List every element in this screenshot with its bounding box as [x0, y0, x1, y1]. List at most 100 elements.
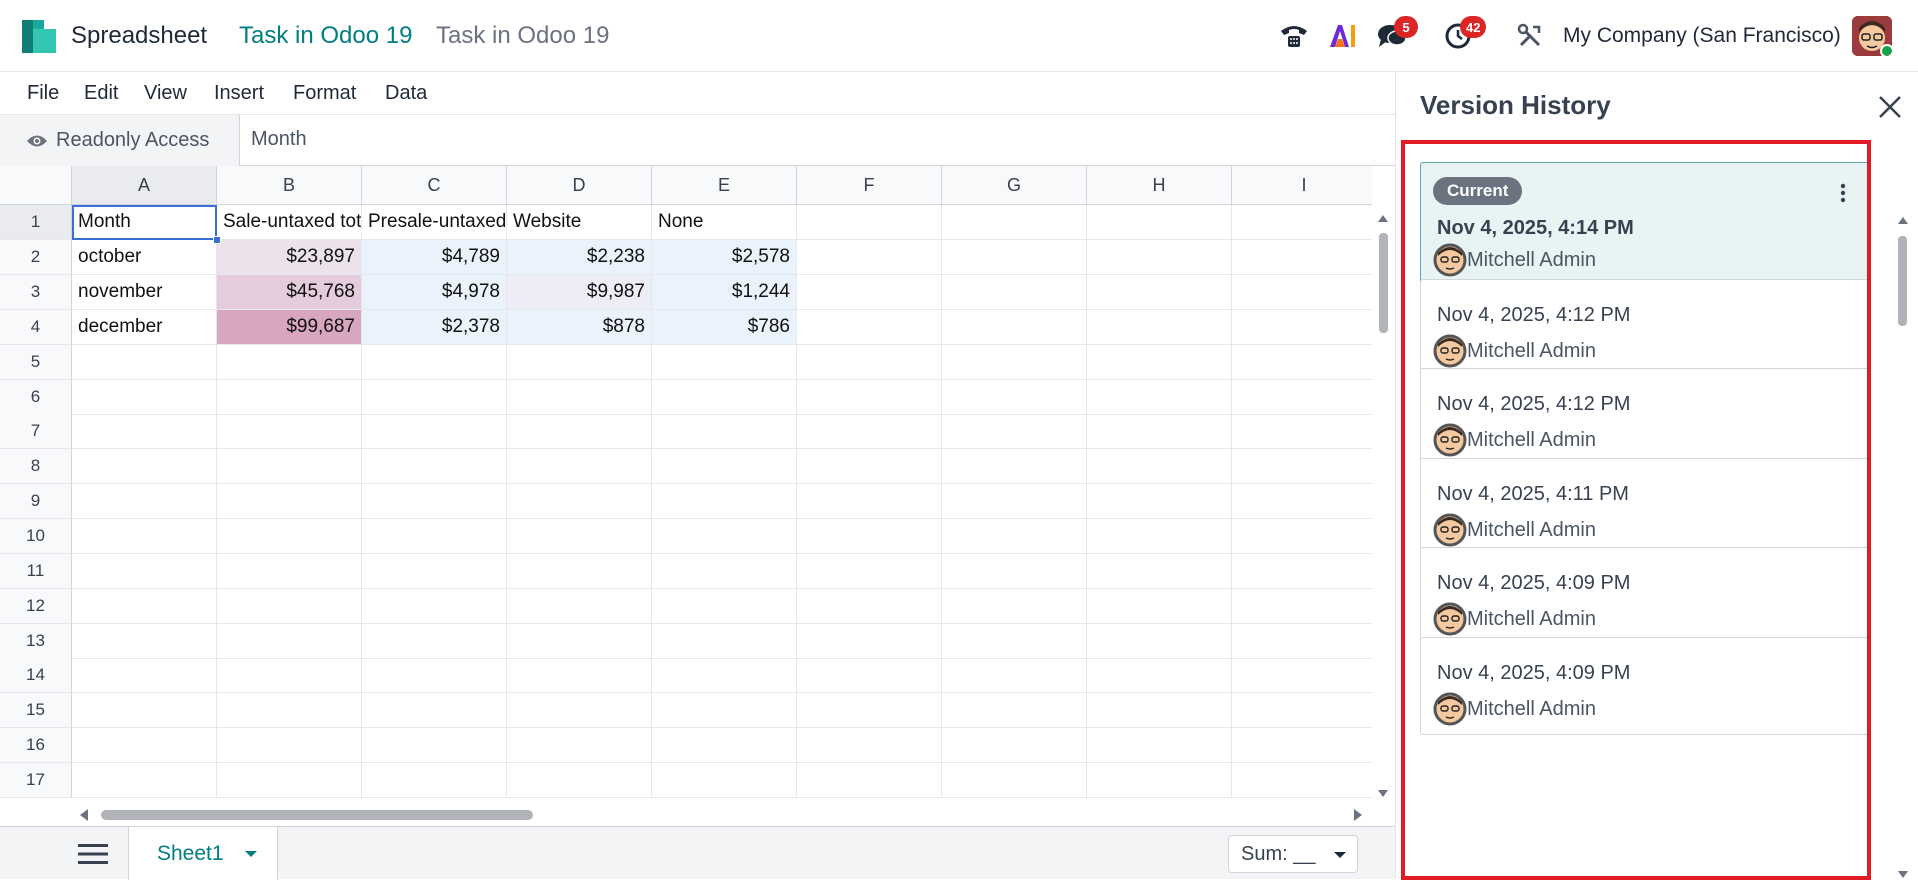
- cell-d3[interactable]: $9,987: [507, 275, 652, 310]
- close-icon[interactable]: [1875, 92, 1905, 122]
- menu-data[interactable]: Data: [385, 82, 427, 105]
- sheet-tab[interactable]: Sheet1: [128, 827, 278, 880]
- cell-e7[interactable]: [652, 414, 797, 449]
- cell-c3[interactable]: $4,978: [362, 275, 507, 310]
- app-name[interactable]: Spreadsheet: [71, 22, 207, 50]
- cell-a6[interactable]: [72, 380, 217, 415]
- cell-e15[interactable]: [652, 693, 797, 728]
- cell-e3[interactable]: $1,244: [652, 275, 797, 310]
- cell-e14[interactable]: [652, 658, 797, 693]
- cell-i16[interactable]: [1232, 728, 1372, 763]
- column-header-a[interactable]: A: [72, 166, 217, 205]
- cell-i11[interactable]: [1232, 554, 1372, 589]
- cell-d12[interactable]: [507, 589, 652, 624]
- row-header-1[interactable]: 1: [0, 205, 72, 240]
- cell-d16[interactable]: [507, 728, 652, 763]
- cell-a11[interactable]: [72, 554, 217, 589]
- cell-a8[interactable]: [72, 449, 217, 484]
- panel-scrollbar[interactable]: [1893, 144, 1913, 879]
- cell-b17[interactable]: [217, 763, 362, 798]
- cell-i3[interactable]: [1232, 275, 1372, 310]
- selection-fill-handle[interactable]: [213, 236, 221, 244]
- cell-a14[interactable]: [72, 658, 217, 693]
- cell-b11[interactable]: [217, 554, 362, 589]
- cell-g12[interactable]: [942, 589, 1087, 624]
- cell-e5[interactable]: [652, 345, 797, 380]
- row-header-11[interactable]: 11: [0, 554, 72, 589]
- cell-i2[interactable]: [1232, 240, 1372, 275]
- cell-c6[interactable]: [362, 380, 507, 415]
- cell-a17[interactable]: [72, 763, 217, 798]
- row-header-14[interactable]: 14: [0, 658, 72, 693]
- cell-h1[interactable]: [1087, 205, 1232, 240]
- cell-h4[interactable]: [1087, 310, 1232, 345]
- cell-c13[interactable]: [362, 624, 507, 659]
- cell-e17[interactable]: [652, 763, 797, 798]
- sheet-list-menu-icon[interactable]: [78, 843, 108, 865]
- cell-b4[interactable]: $99,687: [217, 310, 362, 345]
- cell-d8[interactable]: [507, 449, 652, 484]
- cell-c14[interactable]: [362, 658, 507, 693]
- cell-h3[interactable]: [1087, 275, 1232, 310]
- cell-h11[interactable]: [1087, 554, 1232, 589]
- cell-d7[interactable]: [507, 414, 652, 449]
- cell-g5[interactable]: [942, 345, 1087, 380]
- cell-a3[interactable]: november: [72, 275, 217, 310]
- cell-b6[interactable]: [217, 380, 362, 415]
- row-header-13[interactable]: 13: [0, 624, 72, 659]
- cell-i6[interactable]: [1232, 380, 1372, 415]
- spreadsheet-app-icon[interactable]: [22, 20, 56, 53]
- menu-edit[interactable]: Edit: [84, 82, 118, 105]
- cell-f3[interactable]: [797, 275, 942, 310]
- cell-e2[interactable]: $2,578: [652, 240, 797, 275]
- column-header-h[interactable]: H: [1087, 166, 1232, 205]
- cell-f15[interactable]: [797, 693, 942, 728]
- cell-e13[interactable]: [652, 624, 797, 659]
- cell-c1[interactable]: Presale-untaxed total: [362, 205, 507, 240]
- row-header-5[interactable]: 5: [0, 345, 72, 380]
- chat-icon[interactable]: 5: [1374, 16, 1418, 54]
- cell-i13[interactable]: [1232, 624, 1372, 659]
- cell-c5[interactable]: [362, 345, 507, 380]
- row-header-17[interactable]: 17: [0, 763, 72, 798]
- cell-a5[interactable]: [72, 345, 217, 380]
- spreadsheet-grid[interactable]: A B C D E F G H I 1 Month Sale-untaxed total Presale…: [0, 166, 1372, 804]
- cell-c4[interactable]: $2,378: [362, 310, 507, 345]
- cell-g8[interactable]: [942, 449, 1087, 484]
- cell-h12[interactable]: [1087, 589, 1232, 624]
- cell-g6[interactable]: [942, 380, 1087, 415]
- cell-a4[interactable]: december: [72, 310, 217, 345]
- cell-b13[interactable]: [217, 624, 362, 659]
- cell-d10[interactable]: [507, 519, 652, 554]
- vertical-scrollbar[interactable]: [1372, 206, 1395, 804]
- cell-d5[interactable]: [507, 345, 652, 380]
- tools-icon[interactable]: [1512, 18, 1548, 54]
- cell-f4[interactable]: [797, 310, 942, 345]
- cell-i17[interactable]: [1232, 763, 1372, 798]
- row-header-15[interactable]: 15: [0, 693, 72, 728]
- cell-h13[interactable]: [1087, 624, 1232, 659]
- cell-g17[interactable]: [942, 763, 1087, 798]
- column-header-d[interactable]: D: [507, 166, 652, 205]
- menu-view[interactable]: View: [144, 82, 187, 105]
- cell-f10[interactable]: [797, 519, 942, 554]
- cell-a9[interactable]: [72, 484, 217, 519]
- cell-b16[interactable]: [217, 728, 362, 763]
- cell-b2[interactable]: $23,897: [217, 240, 362, 275]
- clock-icon[interactable]: 42: [1440, 16, 1487, 54]
- cell-g11[interactable]: [942, 554, 1087, 589]
- cell-a16[interactable]: [72, 728, 217, 763]
- cell-e12[interactable]: [652, 589, 797, 624]
- cell-i8[interactable]: [1232, 449, 1372, 484]
- cell-c7[interactable]: [362, 414, 507, 449]
- cell-c10[interactable]: [362, 519, 507, 554]
- cell-e8[interactable]: [652, 449, 797, 484]
- horizontal-scroll-thumb[interactable]: [101, 810, 533, 820]
- cell-a15[interactable]: [72, 693, 217, 728]
- row-header-2[interactable]: 2: [0, 240, 72, 275]
- cell-f7[interactable]: [797, 414, 942, 449]
- cell-f5[interactable]: [797, 345, 942, 380]
- scroll-right-arrow[interactable]: [1354, 809, 1362, 821]
- column-header-b[interactable]: B: [217, 166, 362, 205]
- cell-h6[interactable]: [1087, 380, 1232, 415]
